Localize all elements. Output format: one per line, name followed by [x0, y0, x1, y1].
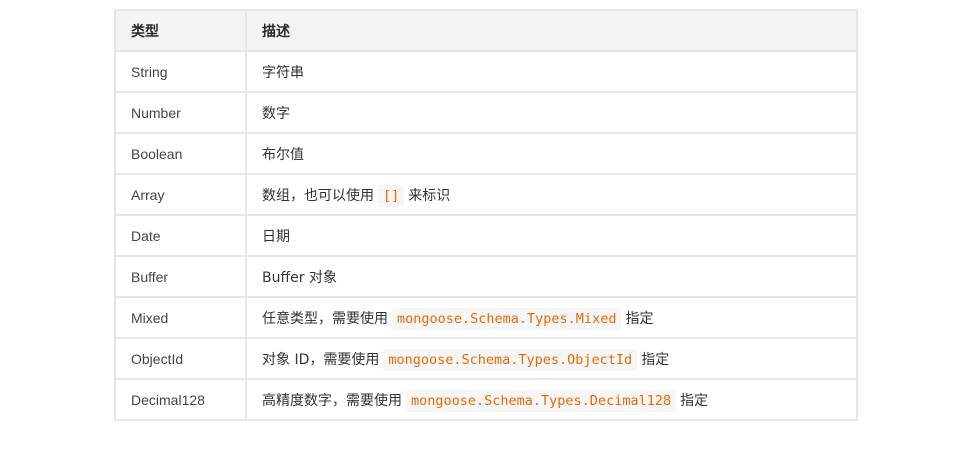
- description-text: 高精度数字，需要使用: [262, 392, 402, 409]
- type-cell: Date: [114, 214, 247, 257]
- type-cell: Buffer: [114, 255, 247, 298]
- types-table-container: 类型 描述 String 字符串 Number 数字 Boolean 布尔值 A…: [114, 9, 858, 421]
- table-row: Mixed 任意类型，需要使用 mongoose.Schema.Types.Mix…: [114, 296, 858, 339]
- description-text: 数字: [262, 105, 290, 122]
- type-cell: Array: [114, 173, 247, 216]
- description-text: 字符串: [262, 64, 304, 81]
- table-row: Number 数字: [114, 91, 858, 134]
- description-text: Buffer 对象: [262, 269, 337, 286]
- description-text: 布尔值: [262, 146, 304, 163]
- description-cell: 数组，也可以使用[] 来标识: [245, 173, 858, 216]
- table-row: ObjectId 对象 ID，需要使用 mongoose.Schema.Types…: [114, 337, 858, 380]
- description-cell: 布尔值: [245, 132, 858, 175]
- description-cell: 高精度数字，需要使用 mongoose.Schema.Types.Decimal1…: [245, 378, 858, 421]
- header-type: 类型: [114, 9, 247, 52]
- description-cell: 数字: [245, 91, 858, 134]
- inline-code: mongoose.Schema.Types.ObjectId: [383, 348, 638, 371]
- inline-code: mongoose.Schema.Types.Mixed: [392, 307, 622, 330]
- type-cell: Boolean: [114, 132, 247, 175]
- type-cell: Decimal128: [114, 378, 247, 421]
- description-text: 任意类型，需要使用: [262, 310, 388, 327]
- description-cell: 对象 ID，需要使用 mongoose.Schema.Types.ObjectId…: [245, 337, 858, 380]
- description-suffix: 指定: [680, 392, 709, 409]
- description-text: 日期: [262, 228, 290, 245]
- table-row: Boolean 布尔值: [114, 132, 858, 175]
- table-header-row: 类型 描述: [114, 9, 858, 52]
- header-description: 描述: [245, 9, 858, 52]
- description-cell: Buffer 对象: [245, 255, 858, 298]
- type-cell: Mixed: [114, 296, 247, 339]
- table-row: String 字符串: [114, 50, 858, 93]
- inline-code: []: [378, 184, 405, 207]
- type-cell: ObjectId: [114, 337, 247, 380]
- table-row: Date 日期: [114, 214, 858, 257]
- table-row: Decimal128 高精度数字，需要使用 mongoose.Schema.Typ…: [114, 378, 858, 421]
- description-cell: 任意类型，需要使用 mongoose.Schema.Types.Mixed 指定: [245, 296, 858, 339]
- description-text: 对象 ID，需要使用: [262, 351, 380, 368]
- table-row: Array 数组，也可以使用[] 来标识: [114, 173, 858, 216]
- description-suffix: 来标识: [408, 187, 451, 204]
- description-suffix: 指定: [641, 351, 670, 368]
- schema-types-table: 类型 描述 String 字符串 Number 数字 Boolean 布尔值 A…: [114, 9, 858, 421]
- type-cell: Number: [114, 91, 247, 134]
- description-cell: 日期: [245, 214, 858, 257]
- type-cell: String: [114, 50, 247, 93]
- description-suffix: 指定: [625, 310, 654, 327]
- description-cell: 字符串: [245, 50, 858, 93]
- table-row: Buffer Buffer 对象: [114, 255, 858, 298]
- description-text: 数组，也可以使用: [262, 187, 374, 204]
- inline-code: mongoose.Schema.Types.Decimal128: [406, 389, 677, 412]
